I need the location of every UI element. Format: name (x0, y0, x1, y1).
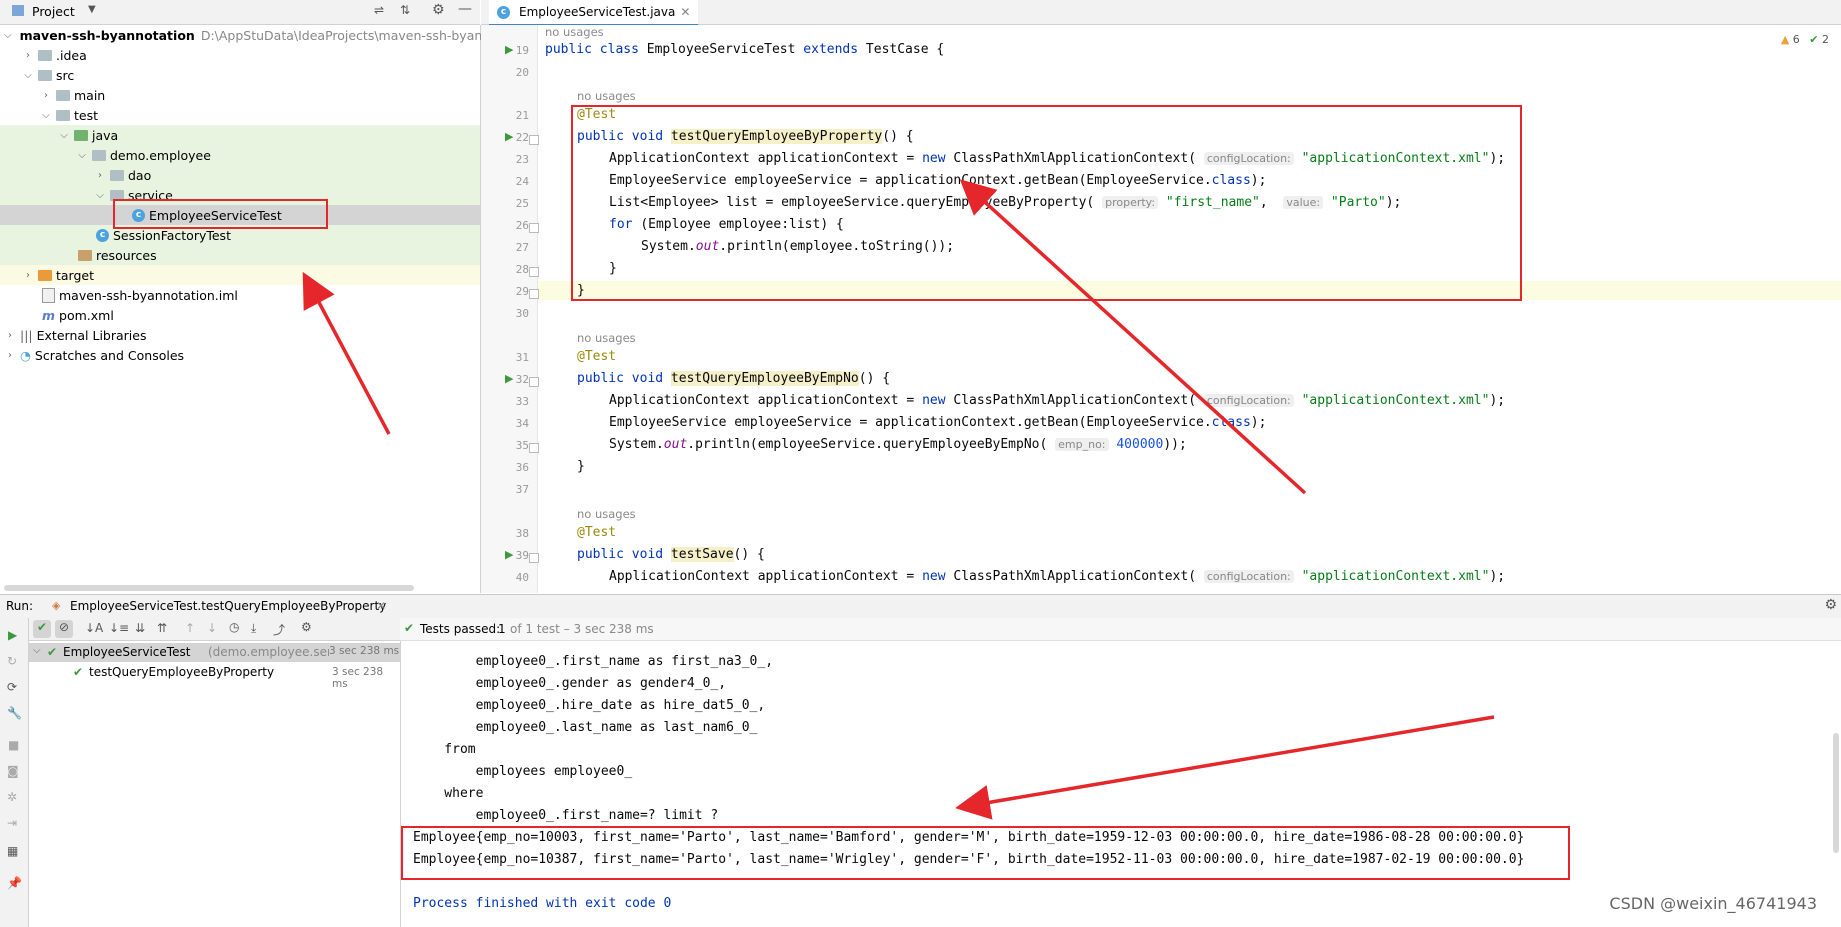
arrow-to-test-file (302, 271, 391, 435)
watermark: CSDN @weixin_46741943 (1609, 894, 1817, 913)
arrow-to-results (955, 715, 1495, 820)
arrow-to-test-method (959, 179, 1307, 495)
annotation-arrows (302, 179, 1495, 820)
